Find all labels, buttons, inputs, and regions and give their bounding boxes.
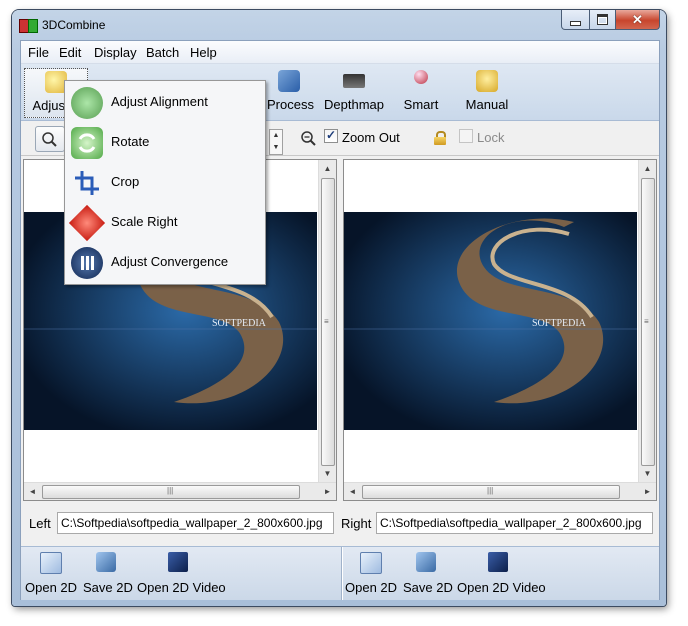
app-logo-icon <box>19 19 38 33</box>
lock-icon <box>434 131 446 145</box>
menu-item-crop[interactable]: Crop <box>65 163 265 203</box>
left-horizontal-scrollbar[interactable]: ◄ ||| ► <box>24 482 336 500</box>
menu-item-adjust-convergence[interactable]: Adjust Convergence <box>65 243 265 283</box>
right-save-2d-button[interactable]: Save 2D <box>403 550 453 598</box>
menu-bar: File Edit Display Batch Help <box>21 41 659 64</box>
close-icon: ✕ <box>632 11 643 27</box>
scroll-thumb[interactable]: ≡ <box>641 178 655 466</box>
menu-item-scale-right[interactable]: Scale Right <box>65 203 265 243</box>
close-button[interactable]: ✕ <box>615 10 660 30</box>
scroll-up-icon[interactable]: ▲ <box>319 160 336 177</box>
spin-down-icon[interactable]: ▼ <box>270 142 282 154</box>
save-icon <box>96 552 116 572</box>
rotate-icon <box>71 127 103 159</box>
spin-up-icon[interactable]: ▲ <box>270 130 282 142</box>
window-title: 3DCombine <box>42 18 106 32</box>
menu-file[interactable]: File <box>28 45 49 60</box>
menu-item-adjust-alignment[interactable]: Adjust Alignment <box>65 83 265 123</box>
scroll-up-icon[interactable]: ▲ <box>639 160 656 177</box>
video-icon <box>488 552 508 572</box>
convergence-icon <box>71 247 103 279</box>
left-photo-watermark: SOFTPEDIA <box>212 318 267 329</box>
menu-item-rotate[interactable]: Rotate <box>65 123 265 163</box>
zoom-out-icon[interactable] <box>300 130 316 146</box>
scroll-down-icon[interactable]: ▼ <box>639 465 656 482</box>
menu-batch[interactable]: Batch <box>146 45 179 60</box>
title-bar[interactable]: 3DCombine ✕ <box>12 10 666 40</box>
maximize-button[interactable] <box>589 10 616 30</box>
crop-icon <box>71 167 103 199</box>
right-open-video-button[interactable]: Open 2D Video <box>457 550 546 598</box>
left-save-2d-button[interactable]: Save 2D <box>83 550 133 598</box>
right-path-label: Right <box>341 516 372 531</box>
right-path-field[interactable]: C:\Softpedia\softpedia_wallpaper_2_800x6… <box>376 512 653 534</box>
depthmap-button[interactable]: Depthmap <box>323 68 385 116</box>
left-path-label: Left <box>29 516 51 531</box>
scroll-down-icon[interactable]: ▼ <box>319 465 336 482</box>
scroll-thumb[interactable]: ||| <box>42 485 300 499</box>
right-image-pane[interactable]: SOFTPEDIA ▲ ≡ ▼ ◄ ||| ► <box>343 159 657 501</box>
lock-label: Lock <box>477 130 505 145</box>
menu-display[interactable]: Display <box>94 45 137 60</box>
left-open-2d-button[interactable]: Open 2D <box>25 550 77 598</box>
scroll-right-icon[interactable]: ► <box>639 483 656 500</box>
align-icon <box>71 87 103 119</box>
save-icon <box>416 552 436 572</box>
zoom-in-icon <box>42 132 57 147</box>
manual-icon <box>476 70 498 92</box>
scroll-left-icon[interactable]: ◄ <box>24 483 41 500</box>
scroll-thumb[interactable]: ||| <box>362 485 620 499</box>
right-image: SOFTPEDIA <box>344 212 637 430</box>
left-open-video-button[interactable]: Open 2D Video <box>137 550 226 598</box>
scroll-thumb[interactable]: ≡ <box>321 178 335 466</box>
video-icon <box>168 552 188 572</box>
right-open-2d-button[interactable]: Open 2D <box>345 550 397 598</box>
bottom-separator <box>341 547 343 600</box>
scale-icon <box>68 204 106 242</box>
smart-button[interactable]: Smart <box>400 68 442 116</box>
zoom-spinner[interactable]: ▲ ▼ <box>269 129 283 155</box>
left-path-field[interactable]: C:\Softpedia\softpedia_wallpaper_2_800x6… <box>57 512 334 534</box>
manual-button[interactable]: Manual <box>461 68 513 116</box>
scroll-right-icon[interactable]: ► <box>319 483 336 500</box>
menu-edit[interactable]: Edit <box>59 45 81 60</box>
process-icon <box>278 70 300 92</box>
smart-icon <box>414 70 428 84</box>
open-file-icon <box>360 552 382 574</box>
right-horizontal-scrollbar[interactable]: ◄ ||| ► <box>344 482 656 500</box>
bottom-toolbar: Open 2D Save 2D Open 2D Video Open 2D Sa… <box>21 546 659 600</box>
open-file-icon <box>40 552 62 574</box>
process-button[interactable]: Process <box>267 68 314 116</box>
minimize-icon <box>570 20 581 26</box>
zoom-in-button[interactable] <box>35 126 65 152</box>
minimize-button[interactable] <box>561 10 590 30</box>
lock-checkbox[interactable] <box>459 129 473 143</box>
scroll-left-icon[interactable]: ◄ <box>344 483 361 500</box>
depthmap-icon <box>343 74 365 88</box>
zoom-out-label: Zoom Out <box>342 130 400 145</box>
maximize-icon <box>597 14 608 25</box>
right-vertical-scrollbar[interactable]: ▲ ≡ ▼ <box>638 160 656 482</box>
zoom-out-checkbox[interactable] <box>324 128 338 143</box>
left-vertical-scrollbar[interactable]: ▲ ≡ ▼ <box>318 160 336 482</box>
right-photo-watermark: SOFTPEDIA <box>532 318 587 329</box>
adjust-dropdown-menu: Adjust Alignment Rotate Crop Scale Right… <box>64 80 266 285</box>
menu-help[interactable]: Help <box>190 45 217 60</box>
